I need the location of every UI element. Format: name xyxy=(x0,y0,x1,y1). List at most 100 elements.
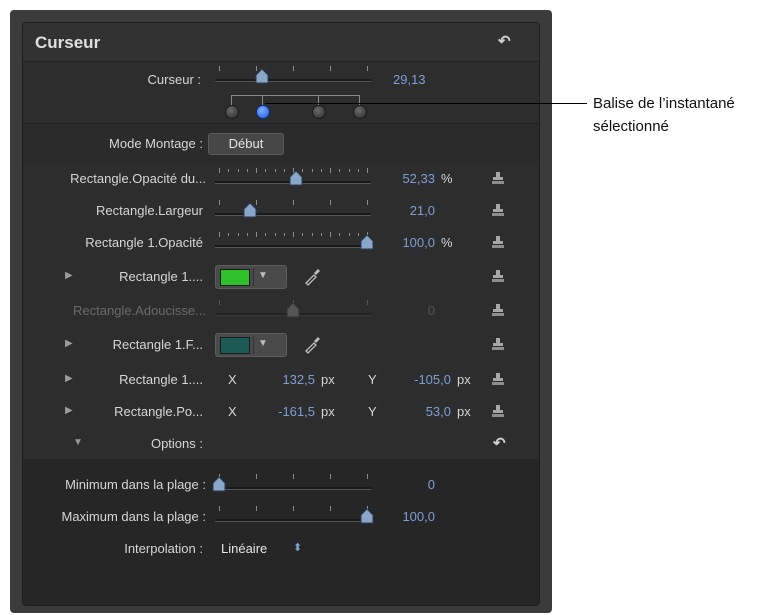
pos1-x-value[interactable]: 132,5 xyxy=(255,372,315,387)
disclosure-triangle-icon[interactable]: ▶ xyxy=(65,270,73,281)
slider-minor-tick xyxy=(246,169,248,172)
slider-minor-tick xyxy=(348,169,350,172)
row-opacite1: Rectangle 1.Opacité 100,0 % xyxy=(23,227,539,257)
slider-track[interactable] xyxy=(215,487,371,490)
largeur-slider[interactable] xyxy=(215,198,371,222)
row-interpolation: Interpolation : Linéaire ⬍ xyxy=(23,533,539,563)
disclosure-triangle-expanded-icon[interactable]: ▼ xyxy=(73,437,83,448)
rig-stamp-icon[interactable] xyxy=(491,404,505,418)
rig-stamp-icon[interactable] xyxy=(491,235,505,249)
maximum-value[interactable]: 100,0 xyxy=(375,509,435,524)
slider-track[interactable] xyxy=(215,519,371,522)
slider-minor-tick xyxy=(311,233,313,236)
slider-tick xyxy=(219,506,220,511)
select-arrows-icon[interactable]: ⬍ xyxy=(293,541,302,554)
rig-stamp-icon[interactable] xyxy=(491,171,505,185)
y-label: Y xyxy=(368,372,377,387)
selected-snapshot-pin[interactable] xyxy=(255,105,270,119)
curseur-slider[interactable] xyxy=(215,64,371,88)
slider-thumb[interactable] xyxy=(360,234,374,250)
slider-minor-tick xyxy=(357,169,359,172)
largeur-value[interactable]: 21,0 xyxy=(375,203,435,218)
rig-stamp-icon[interactable] xyxy=(491,269,505,283)
slider-minor-tick xyxy=(330,233,331,236)
interpolation-label: Interpolation : xyxy=(124,541,203,556)
mode-montage-row: Mode Montage : Début xyxy=(23,123,539,162)
opacite1-slider[interactable] xyxy=(215,230,374,254)
separator xyxy=(253,268,254,286)
options-label: Options : xyxy=(150,436,203,451)
options-section: Minimum dans la plage : 0 Maximum dans l… xyxy=(23,459,539,605)
rig-stamp-icon[interactable] xyxy=(491,303,505,317)
slider-tick xyxy=(330,474,331,479)
slider-minor-tick xyxy=(256,169,257,172)
slider-thumb[interactable] xyxy=(243,202,257,218)
debut-button[interactable]: Début xyxy=(208,133,284,155)
eyedropper-icon[interactable] xyxy=(303,334,323,354)
slider-thumb[interactable] xyxy=(255,68,269,84)
slider-track[interactable] xyxy=(215,245,371,248)
slider-tick xyxy=(367,300,368,305)
reset-arrow-icon[interactable]: ↶ xyxy=(498,32,511,50)
slider-minor-tick xyxy=(274,233,276,236)
opacite-du-value[interactable]: 52,33 xyxy=(375,171,435,186)
reset-arrow-icon[interactable]: ↶ xyxy=(493,434,506,452)
row-minimum: Minimum dans la plage : 0 xyxy=(23,469,539,499)
slider-minor-tick xyxy=(367,169,368,172)
rig-stamp-icon[interactable] xyxy=(491,372,505,386)
slider-track[interactable] xyxy=(215,79,371,82)
interpolation-select[interactable]: Linéaire xyxy=(221,541,267,556)
adoucisse-label: Rectangle.Adoucisse... xyxy=(73,303,206,318)
slider-minor-tick xyxy=(293,233,294,236)
color-well[interactable]: ▼ xyxy=(215,333,287,357)
slider-thumb[interactable] xyxy=(212,476,226,492)
slider-minor-tick xyxy=(311,169,313,172)
slider-track[interactable] xyxy=(215,213,371,216)
opacite1-label: Rectangle 1.Opacité xyxy=(85,235,203,250)
rig-stamp-icon[interactable] xyxy=(491,337,505,351)
slider-minor-tick xyxy=(339,169,341,172)
slider-thumb[interactable] xyxy=(286,302,300,318)
y-label: Y xyxy=(368,404,377,419)
minimum-value[interactable]: 0 xyxy=(375,477,435,492)
pos2-y-value[interactable]: 53,0 xyxy=(391,404,451,419)
color1-label: Rectangle 1.... xyxy=(119,269,203,284)
chevron-down-icon[interactable]: ▼ xyxy=(258,270,268,281)
slider-thumb[interactable] xyxy=(360,508,374,524)
pos2-x-value[interactable]: -161,5 xyxy=(255,404,315,419)
disclosure-triangle-icon[interactable]: ▶ xyxy=(65,338,73,349)
disclosure-triangle-icon[interactable]: ▶ xyxy=(65,373,73,384)
pos1-y-value[interactable]: -105,0 xyxy=(391,372,451,387)
curseur-value[interactable]: 29,13 xyxy=(393,72,453,87)
x-label: X xyxy=(228,372,237,387)
slider-tick xyxy=(367,66,368,71)
minimum-slider[interactable] xyxy=(212,472,371,496)
slider-tick xyxy=(330,200,331,205)
maximum-slider[interactable] xyxy=(215,504,374,528)
color-well[interactable]: ▼ xyxy=(215,265,287,289)
slider-minor-tick xyxy=(219,233,220,236)
opacite-du-slider[interactable] xyxy=(215,166,371,190)
pins-bracket xyxy=(230,95,359,96)
row-color1: ▶ Rectangle 1.... ▼ xyxy=(23,259,539,293)
pos2-x-unit: px xyxy=(321,404,335,419)
rig-stamp-icon[interactable] xyxy=(491,203,505,217)
slider-tick xyxy=(256,474,257,479)
snapshot-pin[interactable] xyxy=(224,105,239,119)
disclosure-triangle-icon[interactable]: ▶ xyxy=(65,405,73,416)
color-swatch[interactable] xyxy=(220,269,250,286)
row-pos2: ▶ Rectangle.Po... X -161,5 px Y 53,0 px xyxy=(23,395,539,427)
chevron-down-icon[interactable]: ▼ xyxy=(258,338,268,349)
eyedropper-icon[interactable] xyxy=(303,266,323,286)
slider-tick xyxy=(219,300,220,305)
snapshot-pin[interactable] xyxy=(311,105,326,119)
slider-thumb[interactable] xyxy=(289,170,303,186)
row-color2: ▶ Rectangle 1.F... ▼ xyxy=(23,327,539,361)
color-swatch[interactable] xyxy=(220,337,250,354)
mode-montage-label: Mode Montage : xyxy=(109,136,203,151)
row-pos1: ▶ Rectangle 1.... X 132,5 px Y -105,0 px xyxy=(23,363,539,395)
snapshot-pin[interactable] xyxy=(352,105,367,119)
opacite1-value[interactable]: 100,0 xyxy=(375,235,435,250)
opacite-du-unit: % xyxy=(441,171,453,186)
slider-tick xyxy=(293,506,294,511)
